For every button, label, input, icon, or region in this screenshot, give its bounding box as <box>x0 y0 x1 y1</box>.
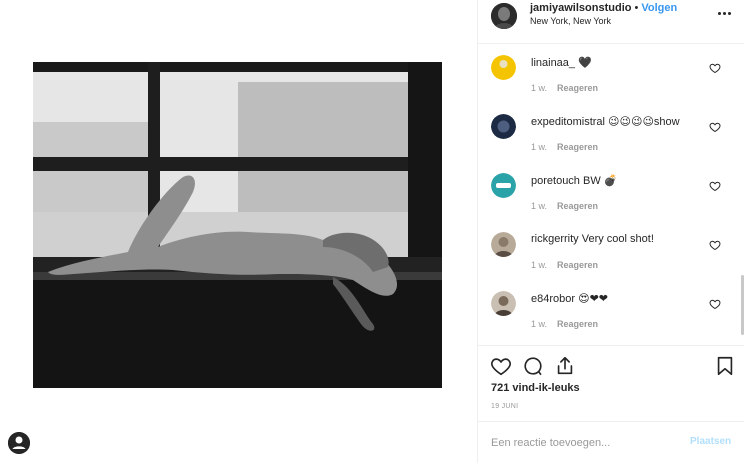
comment-text: Very cool shot! <box>578 233 654 245</box>
post-sidebar: jamiyawilsonstudio • Volgen New York, New … <box>477 0 744 463</box>
heart-icon[interactable] <box>490 355 512 377</box>
post-location[interactable]: New York, New York <box>530 16 611 26</box>
commenter-avatar[interactable] <box>491 114 516 139</box>
comment-meta: 1 w. Reageren <box>531 142 598 152</box>
profile-avatar-icon[interactable] <box>8 432 30 454</box>
post-header: jamiyawilsonstudio • Volgen New York, New … <box>478 0 744 44</box>
comment-meta: 1 w. Reageren <box>531 319 598 329</box>
comment-item: e84robor 😍❤❤ 1 w. Reageren <box>478 281 744 339</box>
comment-icon[interactable] <box>522 355 544 377</box>
small-heart-icon[interactable] <box>709 180 721 192</box>
add-comment-bar: Plaatsen <box>478 421 744 463</box>
comment-line: rickgerrity Very cool shot! <box>531 233 654 245</box>
comments-list: linainaa_ 🖤 1 w. Reageren expeditomistral… <box>478 45 744 345</box>
reply-button[interactable]: Reageren <box>557 260 598 270</box>
share-icon[interactable] <box>554 355 576 377</box>
post-comment-button[interactable]: Plaatsen <box>690 436 731 447</box>
bookmark-icon[interactable] <box>714 355 736 377</box>
comment-line: poretouch BW 💣 <box>531 174 617 187</box>
author-avatar[interactable] <box>491 3 517 29</box>
comment-item: poretouch BW 💣 1 w. Reageren <box>478 163 744 221</box>
post-actions: 721 vind-ik-leuks 19 JUNI <box>478 345 744 420</box>
comment-item: rickgerrity Very cool shot! 1 w. Reageren <box>478 222 744 280</box>
comment-item: expeditomistral 😉😉😉😉show 1 w. Reageren <box>478 104 744 162</box>
comment-text: BW 💣 <box>579 175 618 187</box>
reply-button[interactable]: Reageren <box>557 319 598 329</box>
comment-line: linainaa_ 🖤 <box>531 56 592 69</box>
header-separator: • <box>634 2 639 14</box>
reply-button[interactable]: Reageren <box>557 83 598 93</box>
comment-line: e84robor 😍❤❤ <box>531 292 608 305</box>
comment-text: 🖤 <box>575 57 592 69</box>
comment-line: expeditomistral 😉😉😉😉show <box>531 115 680 128</box>
post-photo[interactable] <box>33 62 442 388</box>
commenter-avatar[interactable] <box>491 232 516 257</box>
commenter-avatar[interactable] <box>491 291 516 316</box>
commenter-avatar[interactable] <box>491 173 516 198</box>
comment-time[interactable]: 1 w. <box>531 319 547 329</box>
author-line: jamiyawilsonstudio • Volgen <box>530 2 677 14</box>
comment-meta: 1 w. Reageren <box>531 83 598 93</box>
commenter-avatar[interactable] <box>491 55 516 80</box>
comment-text: 😉😉😉😉show <box>604 116 680 128</box>
small-heart-icon[interactable] <box>709 121 721 133</box>
author-username[interactable]: jamiyawilsonstudio <box>530 2 631 14</box>
small-heart-icon[interactable] <box>709 298 721 310</box>
more-options-icon[interactable] <box>718 8 734 18</box>
post-photo-image <box>33 62 442 388</box>
comment-meta: 1 w. Reageren <box>531 201 598 211</box>
reply-button[interactable]: Reageren <box>557 142 598 152</box>
reply-button[interactable]: Reageren <box>557 201 598 211</box>
comment-time[interactable]: 1 w. <box>531 260 547 270</box>
commenter-username[interactable]: expeditomistral <box>531 116 605 128</box>
comment-time[interactable]: 1 w. <box>531 201 547 211</box>
commenter-username[interactable]: poretouch <box>531 175 580 187</box>
comment-item: linainaa_ 🖤 1 w. Reageren <box>478 45 744 103</box>
commenter-username[interactable]: rickgerrity <box>531 233 579 245</box>
follow-button[interactable]: Volgen <box>641 2 677 14</box>
comment-text: 😍❤❤ <box>575 293 609 305</box>
commenter-username[interactable]: e84robor <box>531 293 575 305</box>
comment-meta: 1 w. Reageren <box>531 260 598 270</box>
small-heart-icon[interactable] <box>709 62 721 74</box>
post-date[interactable]: 19 JUNI <box>491 403 518 410</box>
comment-input[interactable] <box>491 435 681 451</box>
likes-count[interactable]: 721 vind-ik-leuks <box>491 382 580 394</box>
post-media-area <box>0 0 477 463</box>
small-heart-icon[interactable] <box>709 239 721 251</box>
comment-time[interactable]: 1 w. <box>531 142 547 152</box>
commenter-username[interactable]: linainaa_ <box>531 57 575 69</box>
comment-time[interactable]: 1 w. <box>531 83 547 93</box>
